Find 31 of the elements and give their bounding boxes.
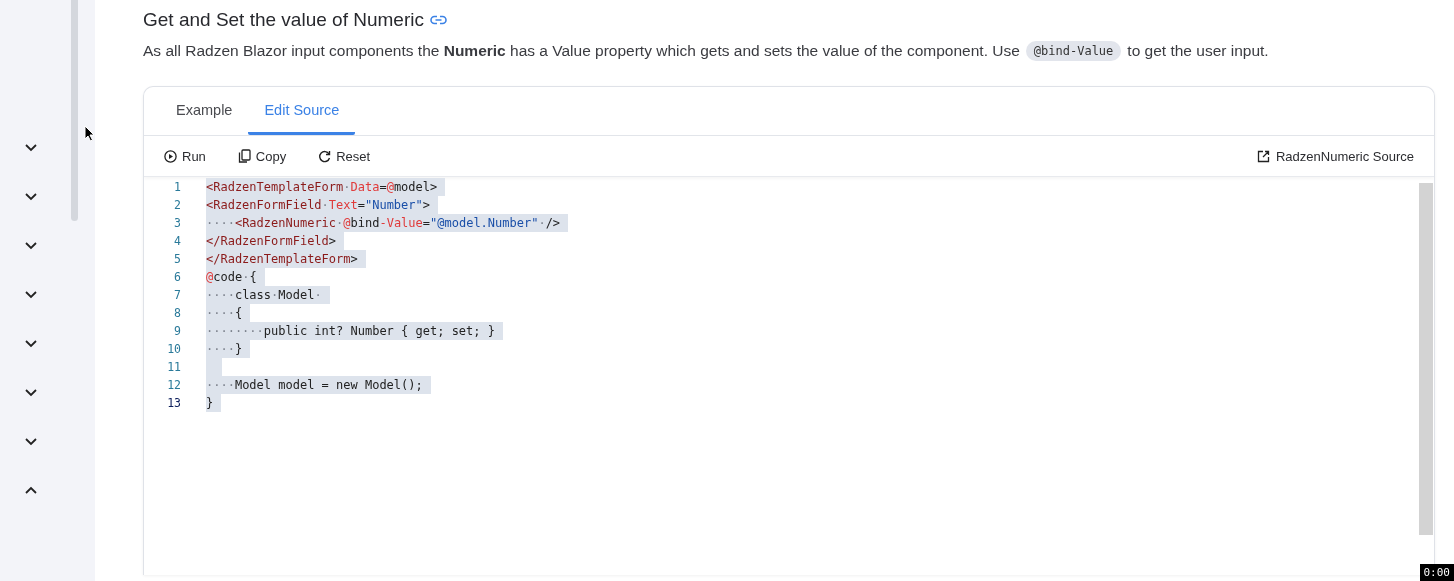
description-text: to get the user input. bbox=[1127, 42, 1269, 60]
line-number: 3 bbox=[173, 216, 181, 230]
line-number: 9 bbox=[173, 324, 181, 338]
line-number: 1 bbox=[173, 180, 181, 194]
line-number: 10 bbox=[166, 342, 181, 356]
line-number: 11 bbox=[166, 360, 181, 374]
description-text: As all Radzen Blazor input components the Numeric has a Value property which gets and sets the value of the component. Use bbox=[143, 42, 1020, 60]
source-link[interactable]: RadzenNumeric Source bbox=[1257, 148, 1414, 164]
play-icon bbox=[164, 149, 177, 163]
tab[interactable]: Edit Source bbox=[248, 87, 356, 135]
line-number: 5 bbox=[173, 252, 181, 266]
line-number: 12 bbox=[166, 378, 181, 392]
line-number: 4 bbox=[173, 234, 181, 248]
recording-timer: 0:00 bbox=[1419, 564, 1454, 581]
line-number: 2 bbox=[173, 198, 181, 212]
external-link-icon bbox=[1257, 149, 1270, 163]
scrollbar-thumb[interactable] bbox=[71, 0, 78, 221]
run-button[interactable]: Run bbox=[164, 148, 206, 164]
inline-code: @bind-Value bbox=[1025, 41, 1122, 61]
line-number: 8 bbox=[173, 306, 181, 320]
scrollbar[interactable] bbox=[1419, 183, 1433, 535]
tab[interactable]: Example bbox=[160, 87, 249, 135]
section-title: Get and Set the value of Numeric bbox=[143, 9, 424, 31]
line-number: 6 bbox=[173, 270, 181, 284]
copy-button[interactable]: Copy bbox=[237, 148, 287, 164]
reset-button[interactable]: Reset bbox=[318, 148, 371, 164]
line-number: 13 bbox=[166, 396, 181, 410]
link-icon[interactable] bbox=[429, 15, 447, 25]
copy-icon bbox=[237, 149, 251, 163]
line-number: 7 bbox=[173, 288, 181, 302]
refresh-icon bbox=[318, 149, 332, 163]
